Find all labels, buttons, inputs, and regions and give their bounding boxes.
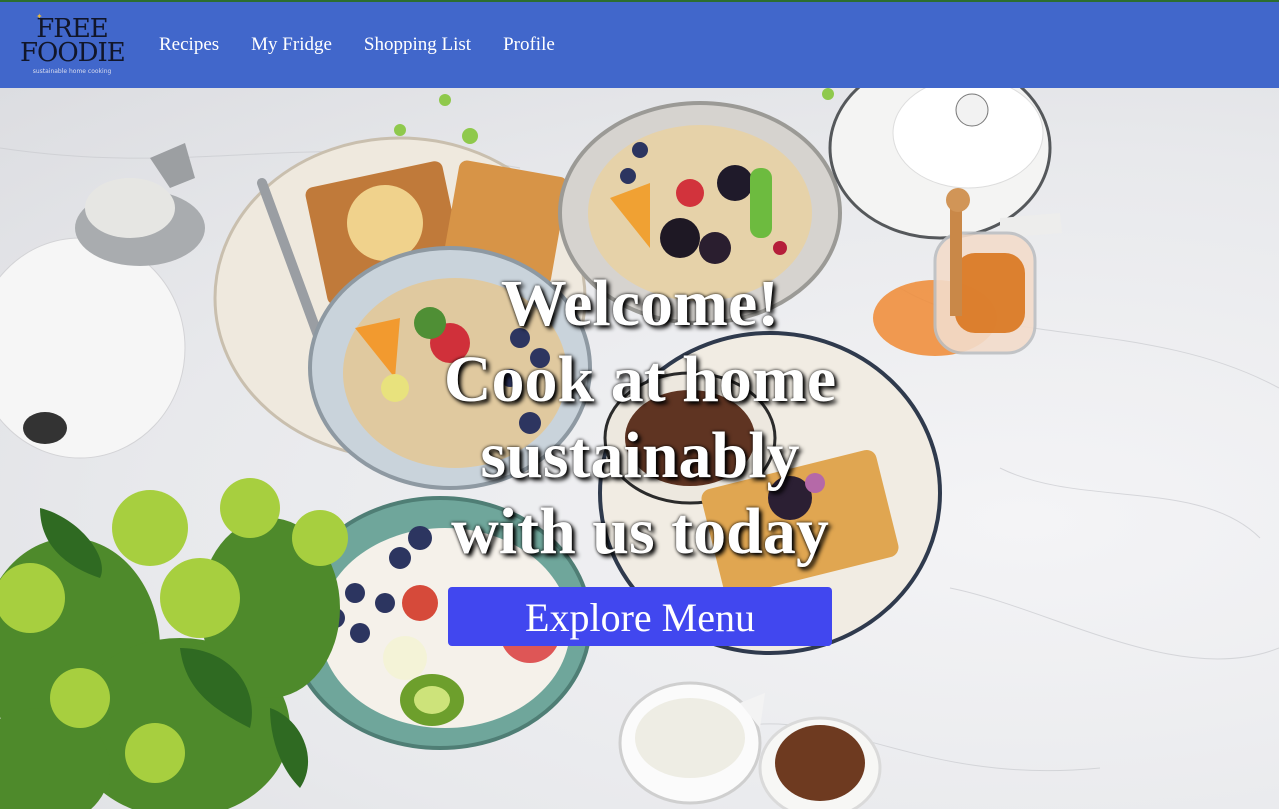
nav-recipes[interactable]: Recipes xyxy=(159,34,219,56)
logo-text-line2: FOODIE xyxy=(20,38,126,68)
brand-logo[interactable]: ✦ FREE FOODIE sustainable home cooking xyxy=(20,12,126,75)
nav-my-fridge[interactable]: My Fridge xyxy=(251,34,332,56)
logo-tagline: sustainable home cooking xyxy=(32,68,112,75)
hero-section: Welcome! Cook at home sustainably with u… xyxy=(0,88,1279,809)
hero-headline-line3: sustainably xyxy=(480,419,800,492)
nav-profile[interactable]: Profile xyxy=(503,34,555,56)
main-nav: Recipes My Fridge Shopping List Profile xyxy=(159,34,587,56)
hero-headline-line4: with us today xyxy=(451,495,829,568)
hero-headline: Welcome! Cook at home sustainably with u… xyxy=(340,266,940,570)
navbar: ✦ FREE FOODIE sustainable home cooking R… xyxy=(0,2,1279,88)
explore-menu-button[interactable]: Explore Menu xyxy=(448,587,832,646)
hero-headline-line2: Cook at home xyxy=(443,343,837,416)
nav-shopping-list[interactable]: Shopping List xyxy=(364,34,471,56)
hero-headline-line1: Welcome! xyxy=(500,267,780,340)
